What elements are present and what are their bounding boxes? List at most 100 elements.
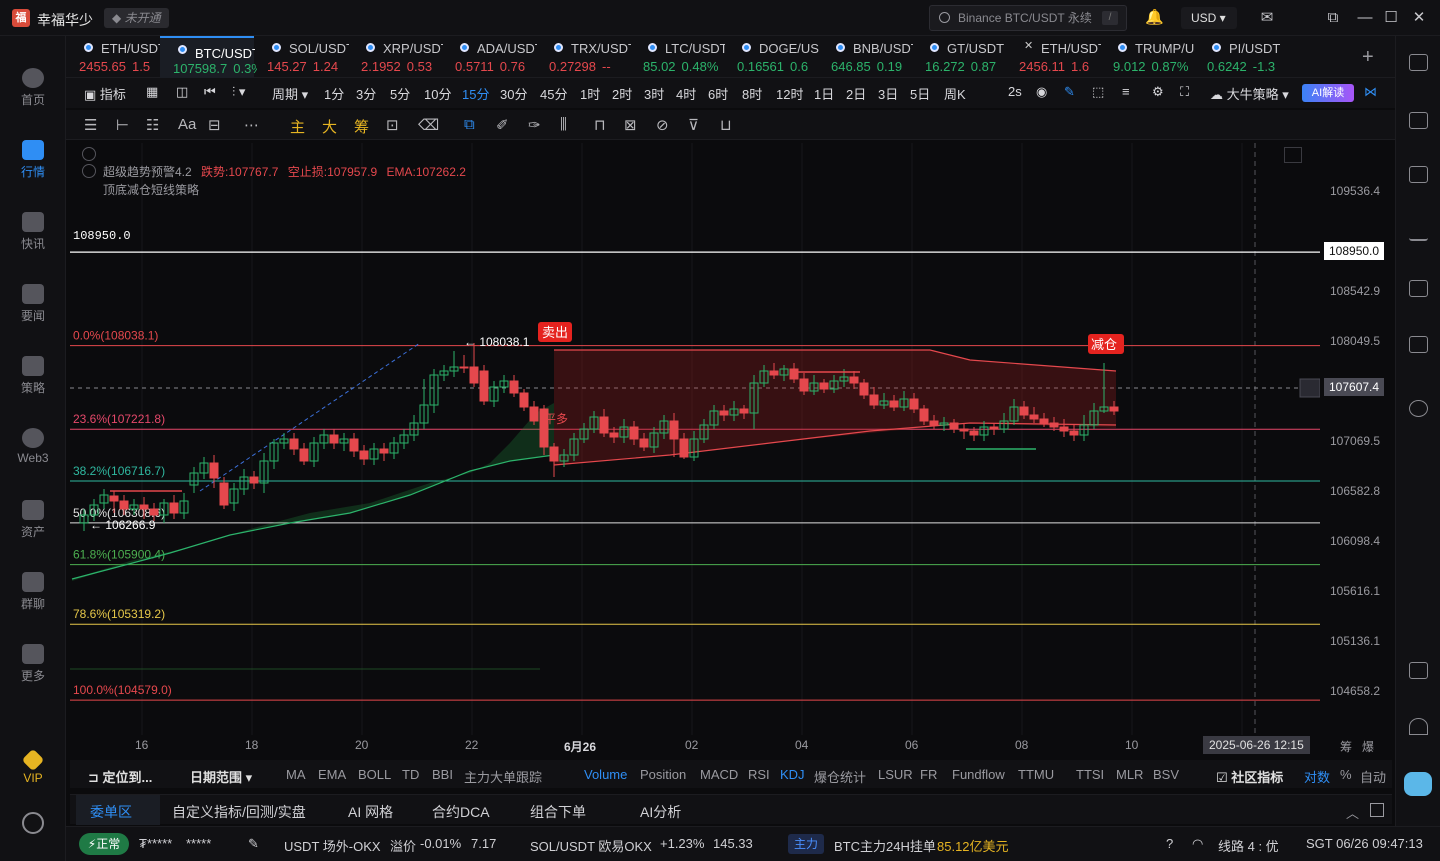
time-axis[interactable]: 2025-06-26 12:15 筹 爆 16 18 20 22 6月26 02 04 06 0… <box>70 735 1392 757</box>
username[interactable]: 幸福华少 <box>37 10 93 30</box>
symbol-tab[interactable]: ETH/USDT 2455.65 1.5 <box>66 36 161 78</box>
document-icon[interactable] <box>1409 112 1428 129</box>
sidebar-item-strategy[interactable]: 策略 <box>0 350 66 406</box>
sub-indicator-0[interactable]: Volume <box>584 767 627 782</box>
symbol-tab[interactable]: BTC/USDT永续107598.70.3% <box>160 36 257 78</box>
timeframe-6[interactable]: 45分 <box>540 84 567 103</box>
magnet-icon[interactable]: ⊡ <box>386 116 399 134</box>
symbol-tab[interactable]: TRUMP/USDT 9.012 0.87% <box>1100 36 1195 78</box>
rewind-icon[interactable]: ⏮ <box>204 84 216 100</box>
expand-panel-icon[interactable] <box>1370 803 1384 817</box>
timeframe-0[interactable]: 1分 <box>324 84 344 103</box>
symbol-tab[interactable]: XRP/USDT 2.1952 0.53 <box>348 36 443 78</box>
watchlist-icon[interactable] <box>1409 54 1428 71</box>
sub-indicator-5[interactable]: 爆仓统计 <box>814 767 866 786</box>
sidebar-item-vip[interactable]: VIP <box>0 746 66 802</box>
brush-icon[interactable]: ✑ <box>528 116 541 134</box>
sidebar-item-assets[interactable]: 资产 <box>0 494 66 550</box>
sub-indicator-9[interactable]: TTMU <box>1018 767 1054 782</box>
chart-type-icon[interactable]: ⫶ ▾ <box>232 84 245 100</box>
timeframe-12[interactable]: 8时 <box>742 84 762 103</box>
timeframe-18[interactable]: 周K <box>944 84 966 103</box>
membership-status-badge[interactable]: ◆ 未开通 <box>104 8 169 28</box>
dollar-icon[interactable] <box>1409 166 1428 183</box>
liquidation-toggle[interactable]: 爆 <box>1362 738 1374 755</box>
help-icon[interactable]: ? <box>1166 836 1173 851</box>
sub-indicator-7[interactable]: FR <box>920 767 937 782</box>
sidebar-item-web3[interactable]: Web3 <box>0 422 66 478</box>
calendar-icon[interactable]: ▦ <box>146 84 158 100</box>
symbol-tab[interactable]: DOGE/USDT 0.16561 0.6 <box>724 36 819 78</box>
refresh-interval[interactable]: 2s <box>1008 84 1022 99</box>
swap-icon[interactable] <box>1409 400 1428 417</box>
chart-canvas[interactable]: 108950.0 0.0%(108038.1) 23.6%(107221.8) 38.… <box>70 143 1321 735</box>
main-indicator-3[interactable]: TD <box>402 767 419 782</box>
timeframe-5[interactable]: 30分 <box>500 84 527 103</box>
maximize-icon[interactable]: ☐ <box>1382 9 1400 27</box>
strategy-select[interactable]: ☁ 大牛策略 ▾ <box>1210 84 1289 103</box>
log-scale-toggle[interactable]: 对数 <box>1304 767 1330 786</box>
big-order-button[interactable]: 大 <box>322 116 337 137</box>
sub-indicator-4[interactable]: KDJ <box>780 767 805 782</box>
sidebar-item-market[interactable]: 行情 <box>0 134 66 190</box>
timeframe-15[interactable]: 2日 <box>846 84 866 103</box>
sub-indicator-6[interactable]: LSUR <box>878 767 913 782</box>
price-axis[interactable]: 109536.4 108542.9 108049.5 107069.5 106582.8… <box>1320 143 1392 735</box>
sub-indicator-11[interactable]: MLR <box>1116 767 1143 782</box>
symbol-tab[interactable]: GT/USDT 16.272 0.87 <box>912 36 1006 78</box>
sub-indicator-10[interactable]: TTSI <box>1076 767 1104 782</box>
filter-icon[interactable]: ⊽ <box>688 116 699 134</box>
settings-gear-icon[interactable]: ⚙ <box>1152 84 1164 100</box>
visibility-icon[interactable] <box>82 164 96 178</box>
timeframe-8[interactable]: 2时 <box>612 84 632 103</box>
card-icon[interactable] <box>1409 336 1428 353</box>
list-icon[interactable]: ≡ <box>1122 84 1130 99</box>
settings-icon[interactable] <box>22 812 44 834</box>
eraser-icon[interactable]: ⌫ <box>418 116 439 134</box>
bottom-tab-2[interactable]: AI 网格 <box>348 802 393 822</box>
camera-icon[interactable]: ◉ <box>1036 84 1047 100</box>
main-indicator-2[interactable]: BOLL <box>358 767 391 782</box>
sidebar-item-more[interactable]: 更多 <box>0 638 66 694</box>
bell-icon[interactable]: 🔔 <box>1145 9 1164 27</box>
sub-indicator-8[interactable]: Fundflow <box>952 767 1005 782</box>
headset-icon[interactable] <box>1409 718 1428 735</box>
bottom-tab-3[interactable]: 合约DCA <box>432 802 490 822</box>
connection-status-badge[interactable]: ⚡正常 <box>79 833 129 855</box>
ruler-icon[interactable]: ⊟ <box>208 116 221 134</box>
timeframe-9[interactable]: 3时 <box>644 84 664 103</box>
locate-button[interactable]: ⊐ 定位到... <box>88 767 152 786</box>
pen-icon[interactable]: ✎ <box>1064 84 1075 100</box>
main-indicator-5[interactable]: 主力大单跟踪 <box>464 767 542 786</box>
add-tab-icon[interactable]: + <box>1362 46 1374 69</box>
multi-line-icon[interactable]: ☷ <box>146 116 159 134</box>
search-input[interactable]: Binance BTC/USDT 永续 / <box>929 5 1127 31</box>
timeframe-17[interactable]: 5日 <box>910 84 930 103</box>
percent-scale-toggle[interactable]: % <box>1340 767 1352 782</box>
sidebar-item-home[interactable]: 首页 <box>0 62 66 118</box>
sidebar-item-headlines[interactable]: 要闻 <box>0 278 66 334</box>
layout-grid-icon[interactable]: ◫ <box>176 84 188 100</box>
candlestick-chart[interactable]: 108950.0 0.0%(108038.1) 23.6%(107221.8) 38.… <box>70 143 1321 735</box>
sub-indicator-12[interactable]: BSV <box>1153 767 1179 782</box>
main-chart-button[interactable]: 主 <box>290 116 305 137</box>
auto-scale-toggle[interactable]: 自动 <box>1360 767 1386 786</box>
select-tool-icon[interactable]: ⧉ <box>464 116 475 133</box>
main-indicator-0[interactable]: MA <box>286 767 306 782</box>
network-line-select[interactable]: 线路 4 : 优 <box>1218 836 1279 855</box>
sub-indicator-3[interactable]: RSI <box>748 767 770 782</box>
timeframe-4[interactable]: 15分 <box>462 84 489 103</box>
bottom-tab-1[interactable]: 自定义指标/回测/实盘 <box>172 802 306 822</box>
lock-icon[interactable]: ⊓ <box>594 116 606 134</box>
hamburger-icon[interactable]: ☰ <box>84 116 97 134</box>
date-range-select[interactable]: 日期范围 ▾ <box>190 767 252 786</box>
bottom-tab-4[interactable]: 组合下单 <box>530 802 586 822</box>
timeframe-14[interactable]: 1日 <box>814 84 834 103</box>
monitor-icon[interactable] <box>1409 280 1428 297</box>
close-icon[interactable]: ✕ <box>1410 9 1428 27</box>
symbol-tab[interactable]: TRX/USDT 0.27298 -- <box>536 36 631 78</box>
chart-expand-icon[interactable] <box>1284 147 1302 163</box>
currency-select[interactable]: USD ▾ <box>1181 7 1237 29</box>
timeframe-10[interactable]: 4时 <box>676 84 696 103</box>
trash-icon[interactable]: ⊔ <box>720 116 732 134</box>
